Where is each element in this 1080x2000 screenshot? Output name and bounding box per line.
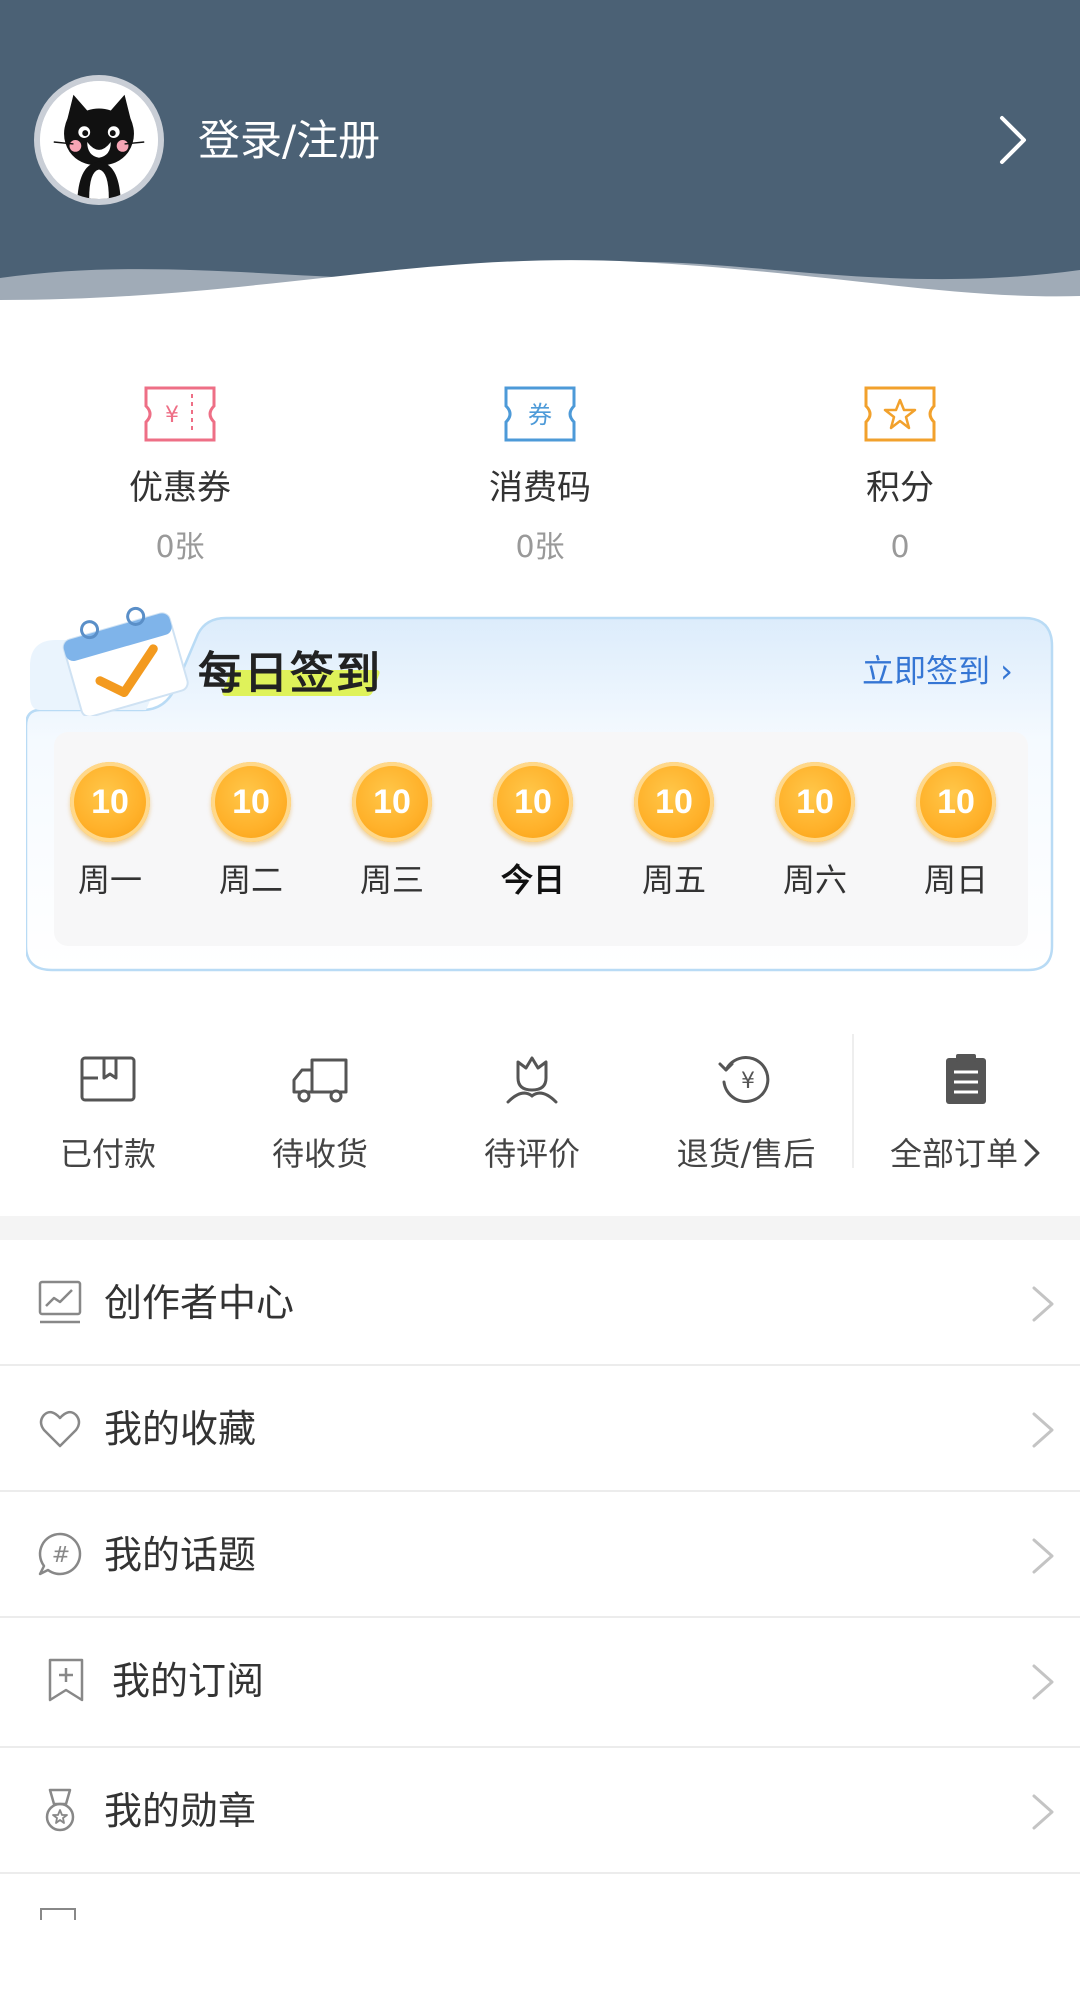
heart-icon	[39, 1410, 81, 1448]
account-stats: ¥ 优惠券 0张 券 消费码 0张 积分 0	[0, 370, 1080, 580]
chevron-right-icon	[1032, 1538, 1054, 1574]
order-to-receive-label: 待收货	[271, 1135, 368, 1173]
signin-week: 10 周一 10 周二 10 周三 10 今日 10 周五 10 周六 10 周…	[54, 732, 1028, 946]
coupon-yen-icon: ¥	[144, 386, 216, 442]
day-label: 周二	[218, 861, 283, 899]
flower-icon	[506, 1056, 558, 1104]
points-star-icon	[864, 386, 936, 442]
calendar-check-icon	[62, 606, 189, 716]
menu-item-topics[interactable]: # 我的话题	[0, 1492, 1080, 1618]
day-label: 周一	[77, 861, 142, 899]
chevron-right-icon	[1032, 1412, 1054, 1448]
day-label: 周五	[641, 861, 706, 899]
avatar[interactable]	[34, 75, 164, 205]
menu-item-label: 我的勋章	[104, 1789, 257, 1833]
chevron-right-icon	[1032, 1664, 1054, 1700]
menu-item-label: 创作者中心	[104, 1281, 295, 1325]
voucher-code-stat[interactable]: 券 消费码 0张	[360, 370, 720, 568]
order-all-label: 全部订单	[852, 1132, 1080, 1176]
package-icon	[80, 1056, 136, 1102]
order-all-text: 全部订单	[889, 1135, 1018, 1173]
chevron-right-icon	[1024, 1139, 1040, 1167]
order-divider	[852, 1034, 854, 1168]
coin-reward: 10	[211, 762, 291, 842]
points-value: 0	[890, 530, 910, 565]
medal-icon	[45, 1788, 75, 1832]
header-wave-decoration	[0, 260, 1080, 340]
order-refund-label: 退货/售后	[676, 1135, 816, 1173]
partial-icon	[40, 1908, 76, 1920]
signin-day[interactable]: 10 周二	[181, 762, 321, 902]
order-shortcuts: 已付款 待收货 待评价 ¥ 退货/售后 全部订单	[0, 1030, 1080, 1210]
coupon-value: 0张	[155, 530, 205, 565]
refund-yen-icon: ¥	[718, 1056, 770, 1103]
menu-item-label: 我的订阅	[112, 1659, 265, 1703]
svg-text:¥: ¥	[741, 1069, 755, 1094]
creator-chart-icon	[38, 1280, 82, 1324]
order-all[interactable]: 全部订单	[852, 1030, 1080, 1176]
menu-item-medals[interactable]: 我的勋章	[0, 1748, 1080, 1874]
daily-signin-title: 每日签到	[198, 648, 382, 699]
signin-day[interactable]: 10 周五	[604, 762, 744, 902]
voucher-code-icon: 券	[504, 386, 576, 442]
signin-day[interactable]: 10 周六	[745, 762, 885, 902]
day-label: 今日	[500, 861, 565, 899]
bookmark-plus-icon	[48, 1658, 84, 1702]
cat-avatar-icon	[40, 81, 158, 199]
coin-reward: 10	[493, 762, 573, 842]
menu-item-creator-center[interactable]: 创作者中心	[0, 1240, 1080, 1366]
points-label: 积分	[866, 468, 934, 508]
signin-day[interactable]: 10 周一	[40, 762, 180, 902]
menu-item-partial[interactable]	[0, 1874, 1080, 2000]
svg-text:#: #	[52, 1543, 70, 1568]
profile-header	[0, 0, 1080, 340]
svg-text:¥: ¥	[165, 403, 179, 428]
day-label: 周六	[782, 861, 847, 899]
menu-item-subscriptions[interactable]: 我的订阅	[0, 1618, 1080, 1748]
coin-reward: 10	[352, 762, 432, 842]
day-label: 周三	[359, 861, 424, 899]
coupon-stat[interactable]: ¥ 优惠券 0张	[0, 370, 360, 568]
chevron-right-icon	[1032, 1286, 1054, 1322]
truck-icon	[292, 1058, 348, 1103]
menu-item-favorites[interactable]: 我的收藏	[0, 1366, 1080, 1492]
menu-item-label: 我的收藏	[104, 1407, 257, 1451]
coin-reward: 10	[634, 762, 714, 842]
points-stat[interactable]: 积分 0	[720, 370, 1080, 568]
signin-day[interactable]: 10 周日	[886, 762, 1026, 902]
chevron-right-icon[interactable]	[992, 112, 1032, 168]
coin-reward: 10	[775, 762, 855, 842]
order-to-review-label: 待评价	[483, 1135, 580, 1173]
voucher-code-value: 0张	[515, 530, 565, 565]
day-label: 周日	[923, 861, 988, 899]
coin-reward: 10	[916, 762, 996, 842]
signin-day[interactable]: 10 周三	[322, 762, 462, 902]
section-gap	[0, 1216, 1080, 1240]
coupon-label: 优惠券	[129, 468, 231, 508]
clipboard-icon	[946, 1054, 986, 1104]
signin-now-button[interactable]: 立即签到 ›	[862, 648, 1013, 694]
order-paid[interactable]: 已付款	[2, 1030, 214, 1176]
coin-reward: 10	[70, 762, 150, 842]
menu-item-label: 我的话题	[104, 1533, 257, 1577]
chevron-right-icon	[1032, 1794, 1054, 1830]
order-paid-label: 已付款	[59, 1135, 156, 1173]
order-to-receive[interactable]: 待收货	[214, 1030, 426, 1176]
hashtag-chat-icon: #	[38, 1532, 82, 1576]
order-refund[interactable]: ¥ 退货/售后	[640, 1030, 852, 1176]
svg-text:券: 券	[528, 401, 552, 429]
voucher-code-label: 消费码	[489, 468, 591, 508]
login-register-link[interactable]: 登录/注册	[198, 112, 380, 170]
signin-day-today[interactable]: 10 今日	[463, 762, 603, 902]
order-to-review[interactable]: 待评价	[426, 1030, 638, 1176]
